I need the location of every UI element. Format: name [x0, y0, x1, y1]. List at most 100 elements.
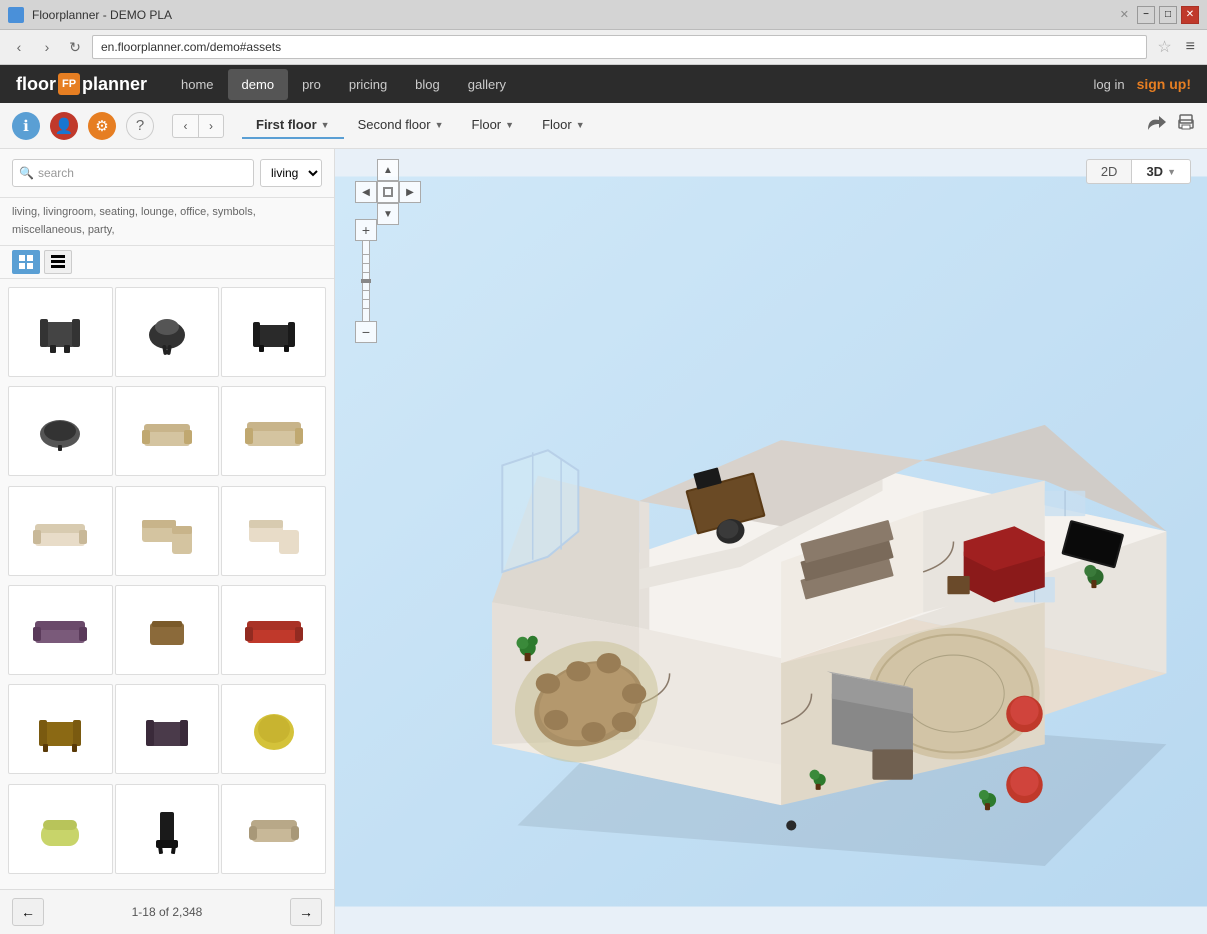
nav-blog[interactable]: blog: [401, 69, 454, 100]
third-floor-tab[interactable]: Floor ▼: [458, 112, 529, 139]
second-floor-tab[interactable]: Second floor ▼: [344, 112, 458, 139]
prev-floor-button[interactable]: ‹: [172, 114, 198, 138]
furniture-item-6[interactable]: [221, 386, 326, 476]
help-tool[interactable]: ?: [126, 112, 154, 140]
zoom-out-button[interactable]: −: [355, 321, 377, 343]
pagination: ← 1-18 of 2,348 →: [0, 889, 334, 934]
fourth-floor-tab[interactable]: Floor ▼: [528, 112, 599, 139]
zoom-in-button[interactable]: +: [355, 219, 377, 241]
canvas-area[interactable]: ▲ ◀ ▶ ▼ +: [335, 149, 1207, 934]
logo-floor-text: floor: [16, 74, 56, 95]
refresh-button[interactable]: ↻: [64, 36, 86, 58]
furniture-item-17[interactable]: [115, 784, 220, 874]
back-button[interactable]: ‹: [8, 36, 30, 58]
first-floor-tab[interactable]: First floor ▼: [242, 112, 344, 139]
furniture-item-14[interactable]: [115, 684, 220, 774]
zoom-tick: [363, 299, 369, 300]
tab-title: Floorplanner - DEMO PLA: [32, 8, 1108, 22]
settings-tool[interactable]: ⚙: [88, 112, 116, 140]
share-button[interactable]: [1147, 114, 1167, 137]
furniture-item-16[interactable]: [8, 784, 113, 874]
pan-left-button[interactable]: ◀: [355, 181, 377, 203]
second-floor-dropdown-icon[interactable]: ▼: [435, 120, 444, 130]
prev-page-button[interactable]: ←: [12, 898, 44, 926]
pan-down-button[interactable]: ▼: [377, 203, 399, 225]
toolbar-right: [1147, 114, 1195, 137]
furniture-item-18[interactable]: [221, 784, 326, 874]
maximize-button[interactable]: □: [1159, 6, 1177, 24]
3d-mode-button[interactable]: 3D ▼: [1131, 159, 1191, 184]
search-icon: 🔍: [19, 166, 34, 180]
pan-center-icon: [383, 187, 393, 197]
floor-tabs: First floor ▼ Second floor ▼ Floor ▼ Flo…: [242, 112, 599, 139]
address-input[interactable]: [92, 35, 1147, 59]
bookmark-icon[interactable]: ☆: [1153, 37, 1175, 57]
next-floor-button[interactable]: ›: [198, 114, 224, 138]
zoom-slider[interactable]: [362, 241, 370, 321]
grid-view-button[interactable]: [12, 250, 40, 274]
nav-home[interactable]: home: [167, 69, 228, 100]
nav-pricing[interactable]: pricing: [335, 69, 401, 100]
logo-planner-text: planner: [82, 74, 147, 95]
furniture-item-7[interactable]: [8, 486, 113, 576]
print-button[interactable]: [1177, 114, 1195, 137]
furniture-item-10[interactable]: [8, 585, 113, 675]
minimize-button[interactable]: −: [1137, 6, 1155, 24]
floorplan-container: [335, 149, 1207, 934]
tab-close[interactable]: ✕: [1120, 8, 1129, 21]
forward-button[interactable]: ›: [36, 36, 58, 58]
nav-gallery[interactable]: gallery: [454, 69, 520, 100]
logo-icon: FP: [58, 73, 80, 95]
pan-right-button[interactable]: ▶: [399, 181, 421, 203]
pan-middle-row: ◀ ▶: [355, 181, 421, 203]
zoom-handle[interactable]: [361, 279, 371, 283]
pan-controls: ▲ ◀ ▶ ▼: [355, 159, 421, 225]
furniture-item-4[interactable]: [8, 386, 113, 476]
furniture-grid: [0, 279, 334, 889]
first-floor-dropdown-icon[interactable]: ▼: [321, 120, 330, 130]
search-input[interactable]: [38, 166, 247, 180]
info-tool[interactable]: ℹ: [12, 112, 40, 140]
next-page-button[interactable]: →: [290, 898, 322, 926]
zoom-tick: [363, 308, 369, 309]
furniture-item-15[interactable]: [221, 684, 326, 774]
third-floor-dropdown-icon[interactable]: ▼: [505, 120, 514, 130]
zoom-controls: + −: [355, 219, 377, 343]
signup-link[interactable]: sign up!: [1137, 76, 1191, 92]
furniture-item-1[interactable]: [8, 287, 113, 377]
nav-links: home demo pro pricing blog gallery: [167, 69, 520, 100]
pan-up-button[interactable]: ▲: [377, 159, 399, 181]
furniture-item-5[interactable]: [115, 386, 220, 476]
floor-nav-arrows: ‹ ›: [172, 114, 224, 138]
view-toggles: [0, 246, 334, 279]
page-info: 1-18 of 2,348: [132, 905, 203, 919]
favicon-icon: [8, 7, 24, 23]
top-nav: floor FP planner home demo pro pricing b…: [0, 65, 1207, 103]
3d-dropdown-arrow[interactable]: ▼: [1167, 167, 1176, 177]
logo: floor FP planner: [16, 73, 147, 95]
close-button[interactable]: ✕: [1181, 6, 1199, 24]
nav-pro[interactable]: pro: [288, 69, 335, 100]
main-content: 🔍 living living, livingroom, seating, lo…: [0, 149, 1207, 934]
furniture-item-13[interactable]: [8, 684, 113, 774]
fourth-floor-dropdown-icon[interactable]: ▼: [576, 120, 585, 130]
furniture-item-2[interactable]: [115, 287, 220, 377]
login-link[interactable]: log in: [1093, 77, 1124, 92]
pan-center[interactable]: [377, 181, 399, 203]
menu-icon[interactable]: ≡: [1182, 38, 1199, 56]
furniture-item-11[interactable]: [115, 585, 220, 675]
zoom-tick: [363, 263, 369, 264]
app-area: ℹ 👤 ⚙ ? ‹ › First floor ▼ Second floor ▼…: [0, 103, 1207, 934]
furniture-item-3[interactable]: [221, 287, 326, 377]
toolbar: ℹ 👤 ⚙ ? ‹ › First floor ▼ Second floor ▼…: [0, 103, 1207, 149]
furniture-item-9[interactable]: [221, 486, 326, 576]
zoom-tick: [363, 290, 369, 291]
furniture-item-12[interactable]: [221, 585, 326, 675]
category-dropdown[interactable]: living: [260, 159, 322, 187]
person-tool[interactable]: 👤: [50, 112, 78, 140]
list-view-button[interactable]: [44, 250, 72, 274]
2d-mode-button[interactable]: 2D: [1086, 159, 1132, 184]
nav-demo[interactable]: demo: [228, 69, 289, 100]
furniture-item-8[interactable]: [115, 486, 220, 576]
window-controls: − □ ✕: [1137, 6, 1199, 24]
